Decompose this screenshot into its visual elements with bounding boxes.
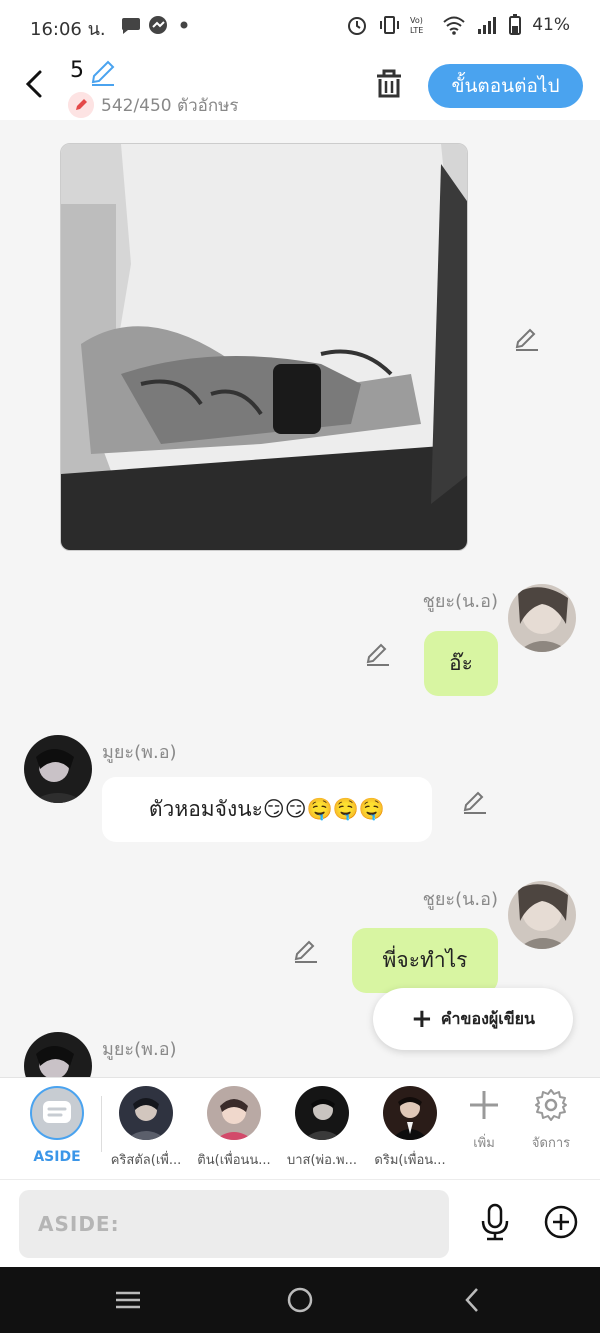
message-bubble[interactable]: อ๊ะ — [424, 631, 498, 696]
character-count: 542/450 ตัวอักษร — [101, 96, 239, 116]
author-note-button[interactable]: + คำของผู้เขียน — [373, 988, 573, 1050]
sender-name: ชูยะ(น.อ) — [422, 889, 498, 910]
character-item[interactable]: คริสตัล(เพื่... — [105, 1086, 187, 1170]
signal-icon — [478, 17, 497, 34]
sender-name: มูยะ(พ.อ) — [102, 742, 177, 763]
svg-text:LTE: LTE — [410, 26, 423, 35]
edit-message-icon[interactable] — [364, 640, 392, 668]
character-item[interactable]: ติน(เพื่อนน... — [193, 1086, 275, 1170]
volte-icon: Vo)LTE — [410, 16, 423, 35]
editor-header: 5 542/450 ตัวอักษร ขั้นตอนต่อไป — [0, 52, 600, 120]
next-step-button[interactable]: ขั้นตอนต่อไป — [428, 64, 583, 108]
battery-level: 41% — [532, 15, 570, 35]
plus-icon — [470, 1091, 498, 1119]
avatar[interactable] — [508, 881, 576, 949]
manage-label: จัดการ — [531, 1136, 571, 1151]
avatar — [207, 1086, 261, 1140]
wifi-icon — [443, 16, 465, 35]
character-label: ASIDE — [33, 1149, 81, 1165]
status-bar: 16:06 น. Vo) LTE 41% — [0, 0, 600, 52]
gear-icon — [535, 1089, 567, 1121]
vibrate-icon — [380, 16, 400, 34]
notification-icons — [121, 16, 188, 34]
manage-characters-button[interactable]: จัดการ — [521, 1088, 581, 1153]
character-bar: ASIDE คริสตัล(เพื่... ติน(เพื่อนน... บาส… — [0, 1077, 600, 1179]
character-item[interactable]: ดริม(เพื่อน... — [369, 1086, 451, 1170]
message-bubble[interactable]: พี่จะทำไร — [352, 928, 498, 993]
avatar — [383, 1086, 437, 1140]
edit-message-icon[interactable] — [292, 937, 320, 965]
sender-name: ชูยะ(น.อ) — [422, 591, 498, 612]
author-note-label: คำของผู้เขียน — [440, 1008, 535, 1028]
character-label: ติน(เพื่อนน... — [197, 1153, 271, 1168]
alarm-icon — [348, 17, 367, 35]
microphone-icon[interactable] — [478, 1202, 512, 1242]
edit-message-icon[interactable] — [513, 325, 541, 353]
avatar[interactable] — [24, 1032, 92, 1077]
status-icons: Vo) LTE 41% — [346, 14, 570, 36]
character-item[interactable]: บาส(พ่อ.พ... — [281, 1086, 363, 1170]
aside-avatar — [30, 1086, 84, 1140]
message-bubble[interactable]: ตัวหอมจังนะ😏😏🤤🤤🤤 — [102, 777, 432, 842]
avatar[interactable] — [508, 584, 576, 652]
character-label: คริสตัล(เพื่... — [110, 1153, 182, 1168]
character-label: บาส(พ่อ.พ... — [286, 1153, 358, 1168]
message-input[interactable] — [19, 1190, 449, 1258]
add-attachment-icon[interactable] — [543, 1204, 579, 1240]
status-time: 16:06 น. — [30, 19, 106, 40]
system-nav-bar — [0, 1267, 600, 1333]
avatar — [295, 1086, 349, 1140]
avatar[interactable] — [24, 735, 92, 803]
chat-area[interactable]: ชูยะ(น.อ) อ๊ะ มูยะ(พ.อ) ตัวหอมจังนะ😏😏🤤🤤🤤… — [0, 120, 600, 1077]
divider — [101, 1096, 102, 1152]
trash-icon[interactable] — [372, 66, 406, 102]
edit-episode-icon[interactable] — [88, 58, 118, 88]
battery-icon — [509, 14, 522, 35]
recent-apps-icon[interactable] — [113, 1285, 143, 1315]
pencil-icon — [68, 92, 94, 118]
add-label: เพิ่ม — [473, 1136, 495, 1151]
add-character-button[interactable]: เพิ่ม — [454, 1088, 514, 1153]
plus-icon: + — [411, 1004, 433, 1034]
back-arrow-icon[interactable] — [18, 64, 54, 104]
sender-name: มูยะ(พ.อ) — [102, 1039, 177, 1060]
character-label: ดริม(เพื่อน... — [374, 1153, 446, 1168]
back-icon[interactable] — [458, 1285, 488, 1315]
home-icon[interactable] — [285, 1285, 315, 1315]
composer — [0, 1179, 600, 1267]
episode-number: 5 — [70, 58, 84, 83]
message-image[interactable] — [60, 143, 468, 551]
edit-message-icon[interactable] — [461, 788, 489, 816]
svg-text:Vo): Vo) — [410, 16, 423, 25]
character-aside[interactable]: ASIDE — [16, 1086, 98, 1165]
chat-bubble-icon — [43, 1101, 71, 1123]
avatar — [119, 1086, 173, 1140]
